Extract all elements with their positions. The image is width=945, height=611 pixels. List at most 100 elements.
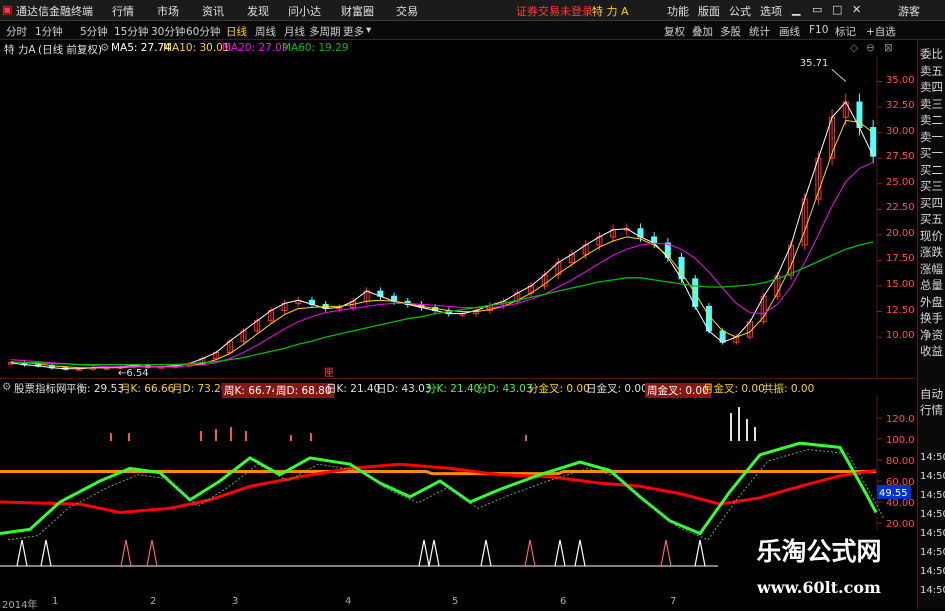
chart-close-icon[interactable]: ⊠ [884, 42, 893, 54]
menu-item-xuanxiang[interactable]: 选项 [760, 3, 782, 19]
close-icon[interactable]: ✕ [852, 3, 861, 16]
quote-field-label: 买三 [920, 179, 943, 193]
period-more[interactable]: 更多 [343, 24, 364, 39]
btn-huaxian[interactable]: 画线 [779, 24, 800, 39]
ma-line-ma20 [10, 161, 874, 368]
stock-name: 特 力A [4, 44, 36, 56]
guest-label[interactable]: 游客 [898, 3, 920, 19]
menu-item-jiaoyi[interactable]: 交易 [396, 3, 418, 19]
app-logo-icon: ▣ [2, 3, 13, 16]
signal-bar [746, 419, 748, 442]
period-60min[interactable]: 60分钟 [186, 24, 220, 39]
quote-field-label: 自动 [920, 387, 943, 401]
more-dropdown-icon[interactable]: ▾ [366, 24, 371, 36]
price-tick-label: 10.00 [886, 330, 915, 342]
indicator-settings-icon[interactable]: ⚙ [2, 381, 11, 393]
candlestick-chart[interactable]: 35.71 ←6.54 匣 [0, 56, 915, 378]
signal-bar [230, 427, 232, 442]
watermark-url: www.60lt.com [757, 578, 881, 597]
price-tick-label: 22.50 [886, 202, 915, 214]
menu-item-banmian[interactable]: 版面 [698, 3, 720, 19]
event-marker: 匣 [324, 367, 334, 378]
price-tick-label: 12.50 [886, 304, 915, 316]
quote-field-label: 换手 [920, 311, 943, 325]
minimize-icon[interactable]: ▁ [792, 3, 800, 16]
signal-bar [200, 431, 202, 442]
quote-field-label: 现价 [920, 228, 943, 243]
price-tick-label: 25.00 [886, 176, 915, 188]
btn-duogu[interactable]: 多股 [720, 24, 741, 39]
quote-field-label: 卖二 [920, 113, 943, 127]
settings-icon[interactable]: ⚙ [100, 42, 109, 54]
maximize-icon[interactable]: □ [832, 3, 842, 16]
day-kd-line [0, 441, 878, 536]
date-label-6: 6 [560, 596, 567, 607]
quote-field-label: 收益 [920, 344, 943, 358]
current-stock-name: 特 力 A [592, 5, 629, 18]
period-fenshi[interactable]: 分时 [6, 24, 27, 39]
btn-f10[interactable]: F10 [809, 24, 828, 36]
tick-time-label: 14:50 [920, 547, 945, 558]
period-5min[interactable]: 5分钟 [80, 24, 108, 39]
signal-bar [730, 413, 732, 442]
btn-zixuan[interactable]: +自选 [866, 24, 896, 39]
tick-time-label: 14:50 [920, 528, 945, 539]
tick-time-label: 14:50 [920, 471, 945, 482]
menu-item-hangqing[interactable]: 行情 [112, 3, 134, 19]
resonance-triangle [428, 539, 440, 567]
restore-icon[interactable]: ▭ [812, 3, 822, 16]
date-label-7: 7 [670, 596, 677, 607]
indicator-value-label: 49.55 [879, 488, 908, 499]
period-1min[interactable]: 1分钟 [35, 24, 63, 39]
menu-item-wenxiaoda[interactable]: 问小达 [288, 3, 321, 19]
btn-fuquan[interactable]: 复权 [664, 24, 685, 39]
btn-tongji[interactable]: 统计 [749, 24, 770, 39]
menu-item-zixun[interactable]: 资讯 [202, 3, 224, 19]
chart-zoom-out-icon[interactable]: ⊖ [866, 42, 875, 54]
period-month[interactable]: 月线 [284, 24, 305, 39]
resonance-triangle [120, 539, 132, 567]
period-30min[interactable]: 30分钟 [151, 24, 185, 39]
signal-bar [110, 433, 112, 442]
menu-item-gongshi[interactable]: 公式 [729, 3, 751, 19]
login-notice[interactable]: 证券交易未登录 [516, 3, 593, 19]
menu-item-caifuquan[interactable]: 财富圈 [341, 3, 374, 19]
period-day-active[interactable]: 日线 [226, 24, 247, 39]
quote-field-label: 总量 [920, 278, 943, 292]
menu-item-shichang[interactable]: 市场 [157, 3, 179, 19]
btn-biaoji[interactable]: 标记 [835, 24, 856, 39]
date-label-4: 4 [345, 596, 352, 607]
period-multi[interactable]: 多周期 [309, 24, 341, 39]
period-15min[interactable]: 15分钟 [114, 24, 148, 39]
tick-time-label: 14:50 [920, 490, 945, 501]
signal-bar [215, 429, 217, 442]
price-tick-label: 35.00 [886, 74, 915, 86]
resonance-triangle [554, 539, 566, 567]
resonance-triangle [660, 539, 672, 567]
ma-line-ma60 [10, 241, 874, 366]
ma10-value: MA10: 30.01 [163, 42, 230, 54]
app-title: 通达信金融终端 [16, 5, 93, 18]
signal-bar [525, 435, 527, 442]
ma-line-ma10 [10, 119, 874, 369]
quote-side-panel: 委比 卖五 卖四 卖三 卖二 卖一 买一 买二 买三 买四 买五 现价 涨跌 涨幅 总量 外盘 换手 净资 收益 自动… [917, 40, 945, 609]
resonance-triangle [694, 539, 706, 567]
price-tick-label: 20.00 [886, 227, 915, 239]
signal-bar [245, 431, 247, 442]
chart-option-icon[interactable]: ◇ [850, 42, 858, 54]
period-week[interactable]: 周线 [255, 24, 276, 39]
signal-bar [310, 433, 312, 442]
quote-field-label: 买五 [920, 212, 943, 226]
signal-bar [738, 407, 740, 442]
main-chart-title: 特 力A (日线 前复权) ⚙ MA5: 27.74 MA10: 30.01 M… [0, 40, 915, 56]
quote-field-label: 买四 [920, 195, 943, 210]
menu-item-gongneng[interactable]: 功能 [667, 3, 689, 19]
tick-time-label: 14:50 [920, 585, 945, 596]
btn-diejia[interactable]: 叠加 [692, 24, 713, 39]
quote-field-label: 涨跌 [920, 245, 943, 259]
watermark-title: 乐淘公式网 [756, 537, 882, 566]
price-tick-label: 17.50 [886, 253, 915, 265]
menu-item-faxian[interactable]: 发现 [247, 3, 269, 19]
price-tick-label: 15.00 [886, 279, 915, 290]
quote-field-label: 卖五 [920, 63, 943, 78]
